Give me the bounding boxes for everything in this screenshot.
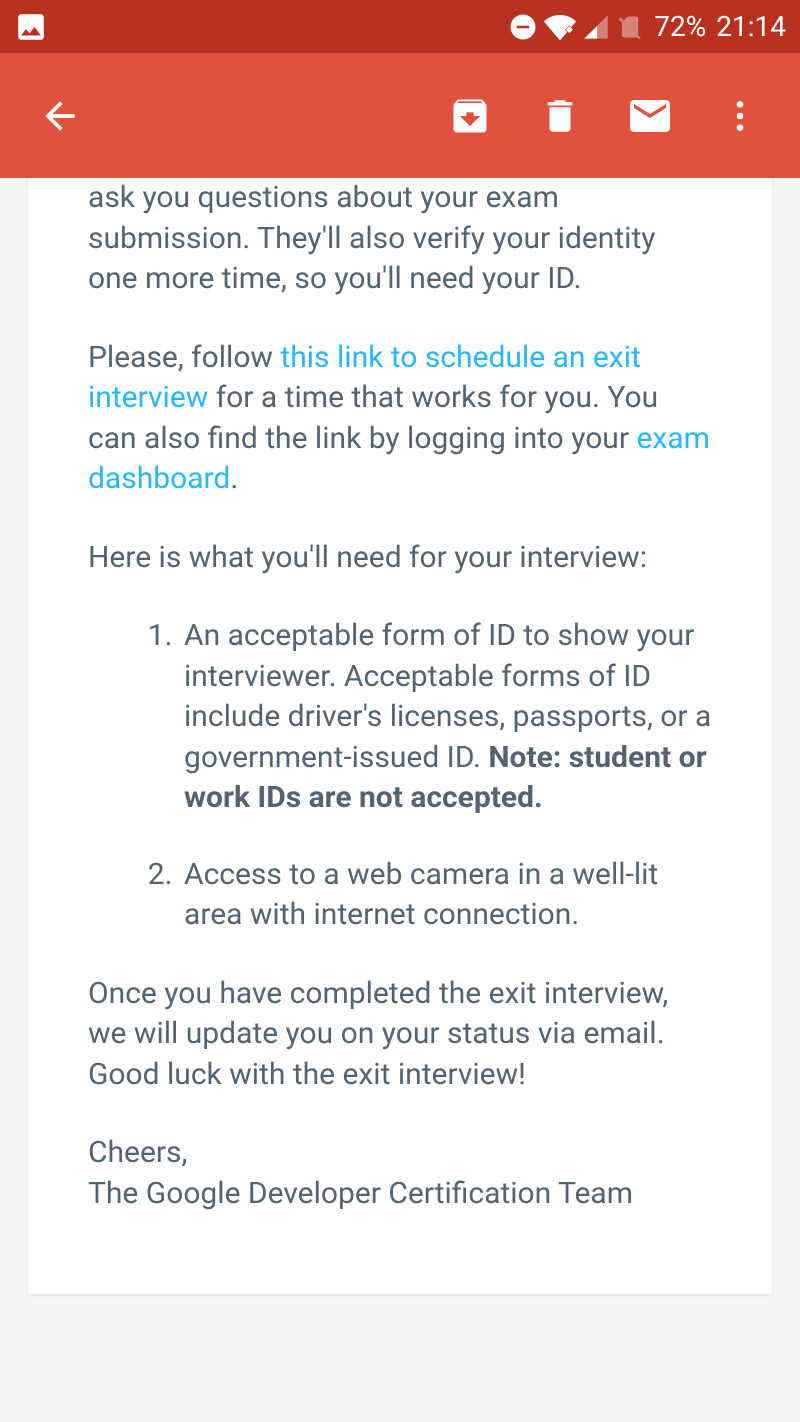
paragraph-1: ask you questions about your exam submis… bbox=[88, 178, 712, 300]
signature-greeting: Cheers, bbox=[88, 1133, 712, 1174]
email-body: ask you questions about your exam submis… bbox=[88, 178, 712, 1214]
more-button[interactable] bbox=[700, 76, 780, 156]
requirements-list: An acceptable form of ID to show your in… bbox=[88, 616, 712, 936]
content-area[interactable]: ask you questions about your exam submis… bbox=[0, 178, 800, 1422]
list-item: An acceptable form of ID to show your in… bbox=[180, 616, 712, 819]
delete-button[interactable] bbox=[520, 76, 600, 156]
paragraph-3: Here is what you'll need for your interv… bbox=[88, 538, 712, 579]
back-button[interactable] bbox=[20, 76, 100, 156]
cellular-icon bbox=[582, 13, 610, 41]
paragraph-2: Please, follow this link to schedule an … bbox=[88, 338, 712, 500]
clock: 21:14 bbox=[716, 10, 786, 43]
no-sim-icon bbox=[616, 11, 644, 43]
battery-percent: 72% bbox=[654, 10, 706, 43]
arrow-back-icon bbox=[38, 94, 82, 138]
archive-icon bbox=[448, 94, 492, 138]
wifi-icon bbox=[544, 11, 576, 43]
image-notification-icon bbox=[14, 10, 48, 44]
signature-name: The Google Developer Certification Team bbox=[88, 1174, 712, 1215]
trash-icon bbox=[539, 95, 581, 137]
mark-unread-button[interactable] bbox=[610, 76, 690, 156]
mail-icon bbox=[626, 92, 674, 140]
status-left bbox=[14, 10, 48, 44]
app-bar bbox=[0, 53, 800, 178]
more-vert-icon bbox=[720, 96, 760, 136]
paragraph-4: Once you have completed the exit intervi… bbox=[88, 974, 712, 1096]
archive-button[interactable] bbox=[430, 76, 510, 156]
status-bar: 72% 21:14 bbox=[0, 0, 800, 53]
dnd-icon bbox=[508, 12, 538, 42]
status-right: 72% 21:14 bbox=[508, 10, 786, 43]
list-item: Access to a web camera in a well-lit are… bbox=[180, 855, 712, 936]
email-card: ask you questions about your exam submis… bbox=[28, 178, 772, 1294]
